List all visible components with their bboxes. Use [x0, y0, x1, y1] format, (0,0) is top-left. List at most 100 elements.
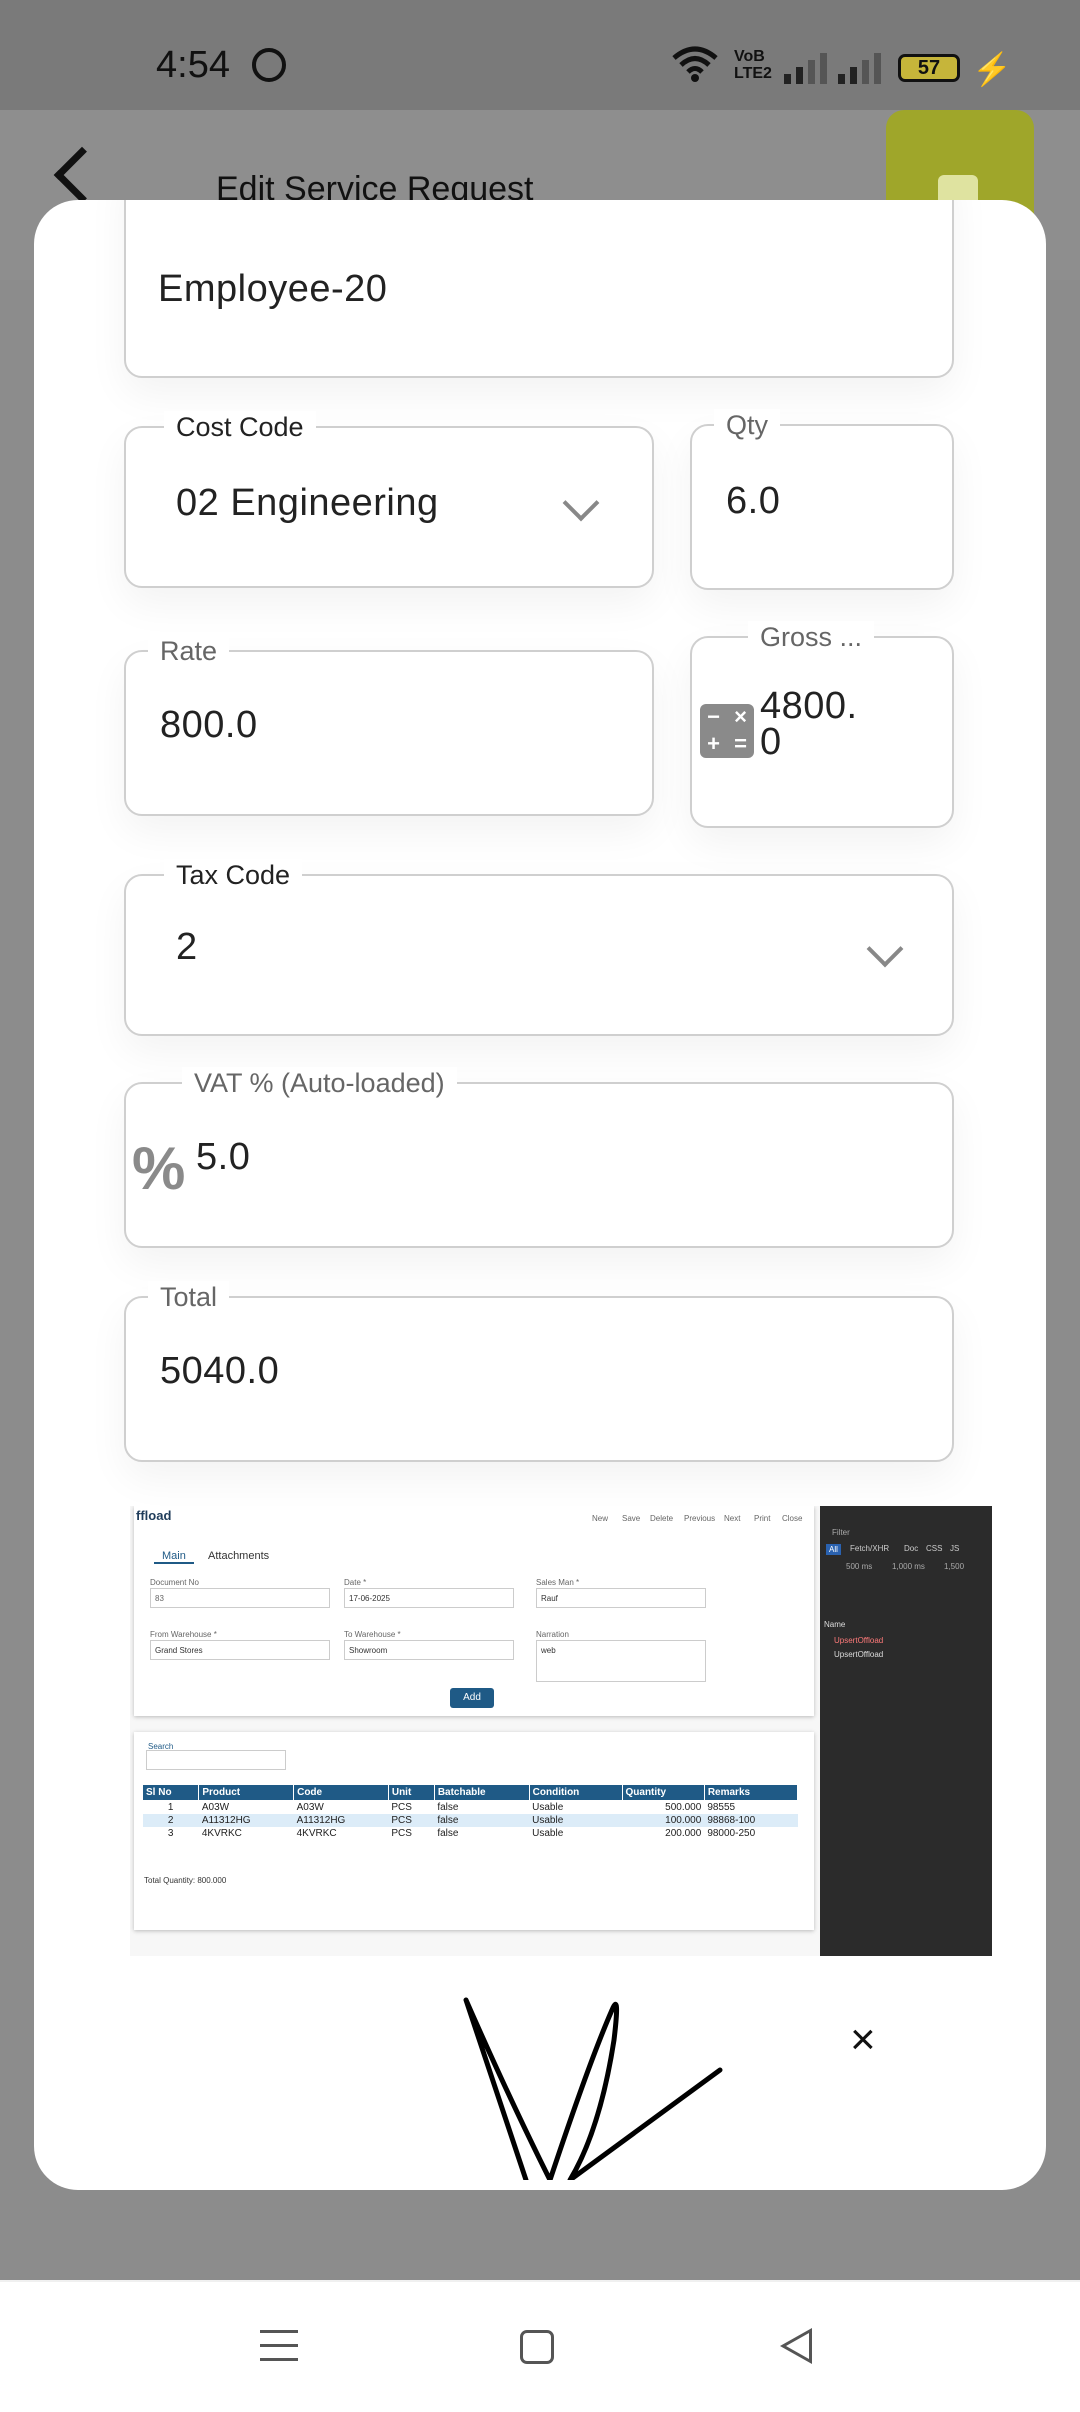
preview-search-input	[146, 1750, 286, 1770]
preview-title: ffload	[136, 1508, 172, 1523]
preview-devtools-request: UpsertOffload	[834, 1650, 884, 1659]
preview-col: Condition	[528, 1784, 623, 1801]
charging-icon: ⚡	[972, 51, 1012, 87]
table-cell: PCS	[388, 1814, 435, 1827]
table-cell: A11312HG	[293, 1814, 389, 1827]
vat-value: 5.0	[196, 1136, 251, 1178]
gross-label: Gross ...	[748, 621, 875, 653]
table-cell: false	[437, 1828, 459, 1839]
employee-field[interactable]: Employee-20	[124, 200, 954, 378]
preview-devtools-tab-xhr: Fetch/XHR	[850, 1544, 890, 1553]
preview-tab-attachments: Attachments	[208, 1550, 270, 1562]
table-cell: 98868-100	[704, 1814, 798, 1827]
preview-to-label: To Warehouse *	[344, 1630, 401, 1639]
preview-devtools-request: UpsertOffload	[834, 1636, 884, 1645]
vat-field: VAT % (Auto-loaded) % 5.0	[124, 1067, 954, 1248]
table-cell: false	[437, 1802, 459, 1813]
preview-devtools-tab-doc: Doc	[904, 1544, 919, 1553]
table-cell: Usable	[532, 1828, 564, 1839]
preview-devtools-name: Name	[824, 1620, 846, 1629]
preview-col: Unit	[387, 1784, 435, 1801]
preview-date-input: 17-06-2025	[344, 1588, 514, 1608]
table-cell: Usable	[529, 1814, 622, 1827]
preview-docno-input: 83	[150, 1588, 330, 1608]
preview-table-header: Sl No Product Code Unit Batchable Condit…	[141, 1784, 799, 1801]
preview-col: Code	[293, 1784, 389, 1801]
table-row: 3 4KVRKC 4KVRKC PCS false Usable 200.000…	[143, 1827, 798, 1840]
table-cell: A03W	[296, 1802, 324, 1813]
preview-devtools-timing: 1,000 ms	[892, 1562, 925, 1571]
total-label: Total	[148, 1281, 230, 1313]
preview-toolbar-print: Print	[754, 1514, 771, 1523]
total-value: 5040.0	[160, 1350, 280, 1392]
cost-code-label: Cost Code	[164, 411, 316, 443]
preview-from-input: Grand Stores	[150, 1640, 330, 1660]
table-cell: 3	[167, 1828, 174, 1839]
preview-form-panel: ffload New Save Delete Previous Next Pri…	[134, 1506, 814, 1716]
preview-salesman-label: Sales Man *	[536, 1578, 580, 1587]
preview-toolbar-close: Close	[782, 1514, 803, 1523]
status-bar: 4:54 VoB LTE2 57 ⚡	[0, 0, 1080, 110]
table-cell: A03W	[201, 1802, 230, 1813]
table-cell: Usable	[532, 1802, 564, 1813]
bottom-sheet: Employee-20 Cost Code 02 Engineering Qty…	[34, 200, 1046, 2190]
qty-field[interactable]: Qty 6.0	[690, 409, 954, 590]
signal-icon-1	[784, 50, 827, 84]
preview-toolbar-previous: Previous	[684, 1514, 716, 1523]
table-cell: 200.000	[665, 1828, 702, 1839]
vat-label: VAT % (Auto-loaded)	[182, 1067, 457, 1099]
status-time: 4:54	[156, 44, 230, 86]
preview-docno-value: 83	[155, 1594, 164, 1603]
gross-value-line2: 0	[760, 721, 782, 763]
rate-field[interactable]: Rate 800.0	[124, 635, 654, 816]
preview-date-label: Date *	[344, 1578, 367, 1587]
gross-field: Gross ... − × + = 4800. 0	[690, 621, 954, 828]
table-cell: A11312HG	[198, 1814, 294, 1827]
table-cell: 4KVRKC	[201, 1828, 242, 1839]
back-icon-inner	[786, 2333, 809, 2359]
signature-pad[interactable]: ×	[130, 1980, 992, 2183]
preview-devtools-timing: 1,500	[944, 1562, 965, 1571]
recent-apps-icon[interactable]	[260, 2330, 298, 2372]
cost-code-value: 02 Engineering	[176, 482, 439, 524]
table-cell: 500.000	[665, 1802, 702, 1813]
preview-narration-label: Narration	[536, 1630, 569, 1639]
signature-image	[463, 1997, 723, 2183]
total-field: Total 5040.0	[124, 1281, 954, 1462]
table-cell: false	[434, 1814, 530, 1827]
preview-toolbar-delete: Delete	[650, 1514, 674, 1523]
preview-to-input: Showroom	[344, 1640, 514, 1660]
home-icon[interactable]	[520, 2330, 554, 2364]
battery-icon: 57	[898, 54, 960, 82]
table-row: 1 A03W A03W PCS false Usable 500.000 985…	[143, 1801, 798, 1815]
table-cell: 98000-250	[707, 1828, 756, 1839]
whatsapp-icon	[252, 48, 286, 82]
rate-label: Rate	[148, 635, 230, 667]
preview-from-value: Grand Stores	[155, 1646, 203, 1655]
qty-value: 6.0	[726, 480, 781, 522]
preview-add-button: Add	[450, 1688, 494, 1708]
preview-col: Batchable	[433, 1784, 530, 1801]
preview-salesman-value: Rauf	[541, 1594, 558, 1603]
preview-toolbar-save: Save	[622, 1514, 641, 1523]
preview-tab-main: Main	[154, 1550, 194, 1564]
preview-devtools-filter: Filter	[832, 1528, 850, 1537]
calculator-icon: − × + =	[700, 704, 754, 758]
cost-code-dropdown[interactable]: Cost Code 02 Engineering	[124, 411, 654, 588]
preview-toolbar-new: New	[592, 1514, 609, 1523]
preview-table: Sl No Product Code Unit Batchable Condit…	[141, 1784, 799, 1840]
qty-label: Qty	[714, 409, 781, 441]
employee-value: Employee-20	[158, 268, 388, 310]
preview-from-label: From Warehouse *	[150, 1630, 217, 1639]
attachment-image[interactable]: ffload New Save Delete Previous Next Pri…	[130, 1506, 992, 1956]
close-icon[interactable]: ×	[850, 2015, 876, 2065]
preview-to-value: Showroom	[349, 1646, 388, 1655]
preview-total-quantity: Total Quantity: 800.000	[144, 1876, 227, 1885]
tax-code-dropdown[interactable]: Tax Code 2	[124, 859, 954, 1036]
preview-narration-value: web	[541, 1646, 556, 1655]
preview-col: Quantity	[621, 1784, 705, 1801]
preview-col: Product	[198, 1784, 295, 1801]
preview-devtools-tab-all: All	[826, 1544, 841, 1555]
preview-narration-input: web	[536, 1640, 706, 1682]
preview-docno-label: Document No	[150, 1578, 199, 1587]
